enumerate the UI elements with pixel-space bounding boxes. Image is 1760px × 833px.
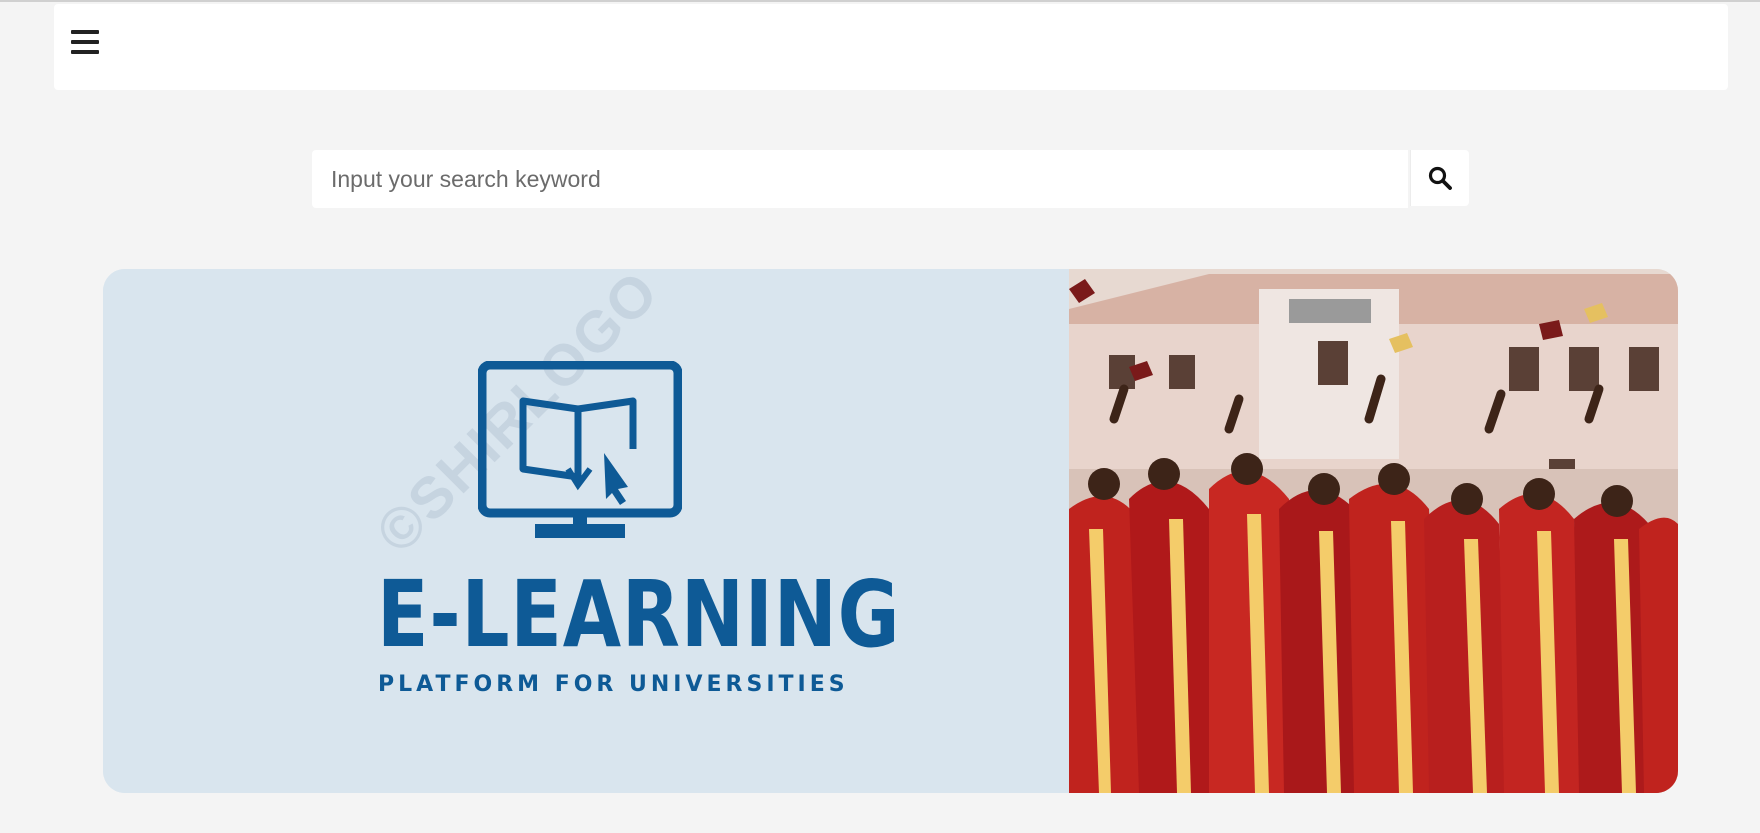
search-icon bbox=[1428, 166, 1452, 190]
navbar bbox=[54, 4, 1728, 90]
search-button[interactable] bbox=[1410, 150, 1469, 206]
graduation-photo bbox=[1069, 269, 1678, 793]
top-border bbox=[0, 0, 1760, 2]
logo-title: E-LEARNING bbox=[377, 561, 901, 668]
logo-subtitle: PLATFORM FOR UNIVERSITIES bbox=[378, 672, 849, 697]
search-input[interactable] bbox=[312, 150, 1408, 208]
elearning-logo-panel: ©SHIRLOGO E-LEARNING PLATFORM FOR UNIVER… bbox=[103, 269, 1069, 793]
monitor-book-icon bbox=[478, 361, 682, 538]
search-bar bbox=[312, 150, 1469, 208]
hero-banner: ©SHIRLOGO E-LEARNING PLATFORM FOR UNIVER… bbox=[103, 269, 1678, 793]
graduation-photo-art bbox=[1069, 269, 1678, 793]
hamburger-menu-icon[interactable] bbox=[71, 30, 99, 56]
